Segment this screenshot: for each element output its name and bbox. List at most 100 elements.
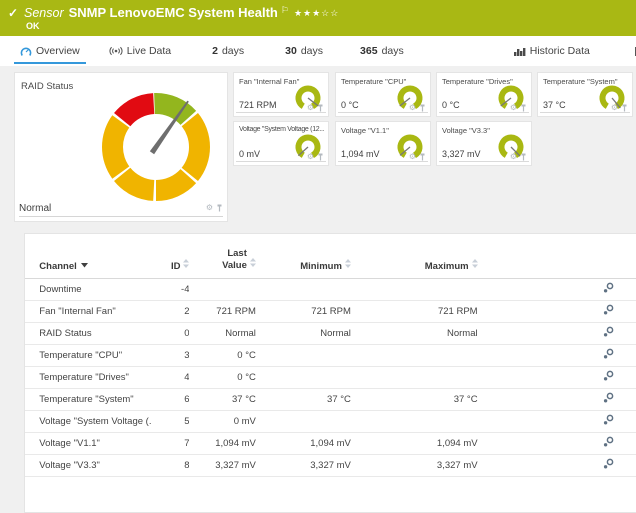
gauge-value: 1,094 mV (341, 149, 380, 159)
column-header-maximum[interactable]: Maximum (351, 244, 478, 278)
table-header-row: Channel ID Last Value Minimum Maximum (25, 244, 636, 278)
divider (439, 161, 529, 162)
tab-label: days (382, 45, 404, 57)
tab-label: 30 (285, 45, 297, 57)
tab-30-days[interactable]: 30 days (279, 36, 329, 66)
table-row[interactable]: Voltage "System Voltage (...50 mV (25, 410, 636, 432)
gear-icon[interactable]: ⚙ (510, 104, 517, 112)
gear-icon[interactable]: ⚙ (409, 153, 416, 161)
gauge-icon (20, 46, 32, 57)
bar-chart-icon (514, 46, 526, 56)
sort-icon (250, 258, 256, 270)
sort-icon (472, 259, 478, 271)
gauge-panel-voltage-v1-1: Voltage "V1.1" 1,094 mV ⚙ (335, 121, 431, 166)
column-label: Minimum (300, 261, 342, 272)
edit-channel-icon[interactable] (603, 370, 614, 384)
divider (540, 112, 630, 113)
column-label: Channel (39, 261, 76, 272)
pin-icon[interactable] (317, 104, 324, 112)
gauge-panel-temperature-drives: Temperature "Drives" 0 °C ⚙ (436, 72, 532, 117)
edit-channel-icon[interactable] (603, 348, 614, 362)
pin-icon[interactable] (621, 104, 628, 112)
priority-stars[interactable]: ★★★☆☆ (294, 8, 339, 18)
column-header-id[interactable]: ID (152, 244, 190, 278)
column-header-channel[interactable]: Channel (39, 244, 151, 278)
page-title: SNMP LenovoEMC System Health (69, 5, 278, 20)
gear-icon[interactable]: ⚙ (510, 153, 517, 161)
tab-label: Live Data (127, 45, 171, 57)
pin-icon[interactable] (419, 104, 426, 112)
table-row[interactable]: RAID Status0NormalNormalNormal (25, 322, 636, 344)
column-header-minimum[interactable]: Minimum (256, 244, 351, 278)
table-row[interactable]: Downtime-4 (25, 278, 636, 300)
gauge-value: 37 °C (543, 100, 566, 110)
column-header-last-value[interactable]: Last Value (189, 244, 255, 278)
tab-label: days (222, 45, 244, 57)
table-row[interactable]: Fan "Internal Fan"2721 RPM721 RPM721 RPM (25, 300, 636, 322)
broadcast-icon (109, 46, 123, 56)
edit-channel-icon[interactable] (603, 282, 614, 296)
sort-icon (345, 259, 351, 271)
edit-channel-icon[interactable] (603, 458, 614, 472)
tab-live-data[interactable]: Live Data (103, 36, 177, 66)
tab-label: days (301, 45, 323, 57)
channel-table: Channel ID Last Value Minimum Maximum (25, 244, 636, 477)
gear-icon[interactable]: ⚙ (206, 204, 213, 212)
gauge-value: 3,327 mV (442, 149, 481, 159)
divider (338, 161, 428, 162)
edit-channel-icon[interactable] (603, 392, 614, 406)
tab-bar: Overview Live Data 2days 30days 365days … (0, 36, 636, 66)
pin-icon[interactable] (419, 153, 426, 161)
edit-channel-icon[interactable] (603, 414, 614, 428)
tab-label: 2 (212, 45, 218, 57)
gauge-value: 0 mV (239, 149, 260, 159)
tab-label: Historic Data (530, 45, 590, 57)
table-row[interactable]: Temperature "Drives"40 °C (25, 366, 636, 388)
table-row[interactable]: Voltage "V3.3"83,327 mV3,327 mV3,327 mV (25, 454, 636, 476)
pin-icon[interactable] (216, 204, 223, 212)
sensor-header: ✓ SensorSNMP LenovoEMC System Health⚐★★★… (0, 0, 636, 36)
object-kind-label: Sensor (24, 6, 64, 20)
flag-icon[interactable]: ⚐ (281, 5, 289, 15)
edit-channel-icon[interactable] (603, 326, 614, 340)
overview-content: RAID Status Normal ⚙ Fan "Internal Fan" … (0, 66, 636, 513)
gauge-panel-voltage-system: Voltage "System Voltage (12... 0 mV ⚙ (233, 121, 329, 166)
pin-icon[interactable] (317, 153, 324, 161)
edit-channel-icon[interactable] (603, 436, 614, 450)
gauge-value: 0 °C (442, 100, 460, 110)
status-badge: OK (26, 21, 40, 31)
pin-icon[interactable] (520, 153, 527, 161)
table-row[interactable]: Temperature "CPU"30 °C (25, 344, 636, 366)
tab-label: Overview (36, 45, 80, 57)
gauge-panel-fan-internal-fan: Fan "Internal Fan" 721 RPM ⚙ (233, 72, 329, 117)
gauge-value: 0 °C (341, 100, 359, 110)
table-row[interactable]: Voltage "V1.1"71,094 mV1,094 mV1,094 mV (25, 432, 636, 454)
gauge-panel-temperature-system: Temperature "System" 37 °C ⚙ (537, 72, 633, 117)
divider (236, 161, 326, 162)
tab-historic-data[interactable]: Historic Data (508, 36, 596, 66)
gear-icon[interactable]: ⚙ (307, 104, 314, 112)
gauge-panel-voltage-v3-3: Voltage "V3.3" 3,327 mV ⚙ (436, 121, 532, 166)
sort-desc-icon (81, 260, 88, 271)
column-label: Maximum (425, 261, 469, 272)
raid-status-gauge-panel: RAID Status Normal ⚙ (14, 72, 228, 222)
gear-icon[interactable]: ⚙ (611, 104, 618, 112)
pin-icon[interactable] (520, 104, 527, 112)
tab-label: 365 (360, 45, 378, 57)
raid-gauge-segment (102, 115, 129, 178)
gauge-value: 721 RPM (239, 100, 277, 110)
gear-icon[interactable]: ⚙ (409, 104, 416, 112)
divider (338, 112, 428, 113)
table-row[interactable]: Temperature "System"637 °C37 °C37 °C (25, 388, 636, 410)
edit-channel-icon[interactable] (603, 304, 614, 318)
tab-365-days[interactable]: 365 days (354, 36, 410, 66)
tab-2-days[interactable]: 2 days (206, 36, 250, 66)
tab-overview[interactable]: Overview (14, 36, 86, 66)
divider (236, 112, 326, 113)
gauge-status-text: Normal (19, 203, 51, 214)
column-label: Last Value (213, 248, 247, 272)
gear-icon[interactable]: ⚙ (307, 153, 314, 161)
tab-log[interactable]: Log (629, 36, 636, 66)
gauge-panel-temperature-cpu: Temperature "CPU" 0 °C ⚙ (335, 72, 431, 117)
sort-icon (183, 259, 189, 271)
